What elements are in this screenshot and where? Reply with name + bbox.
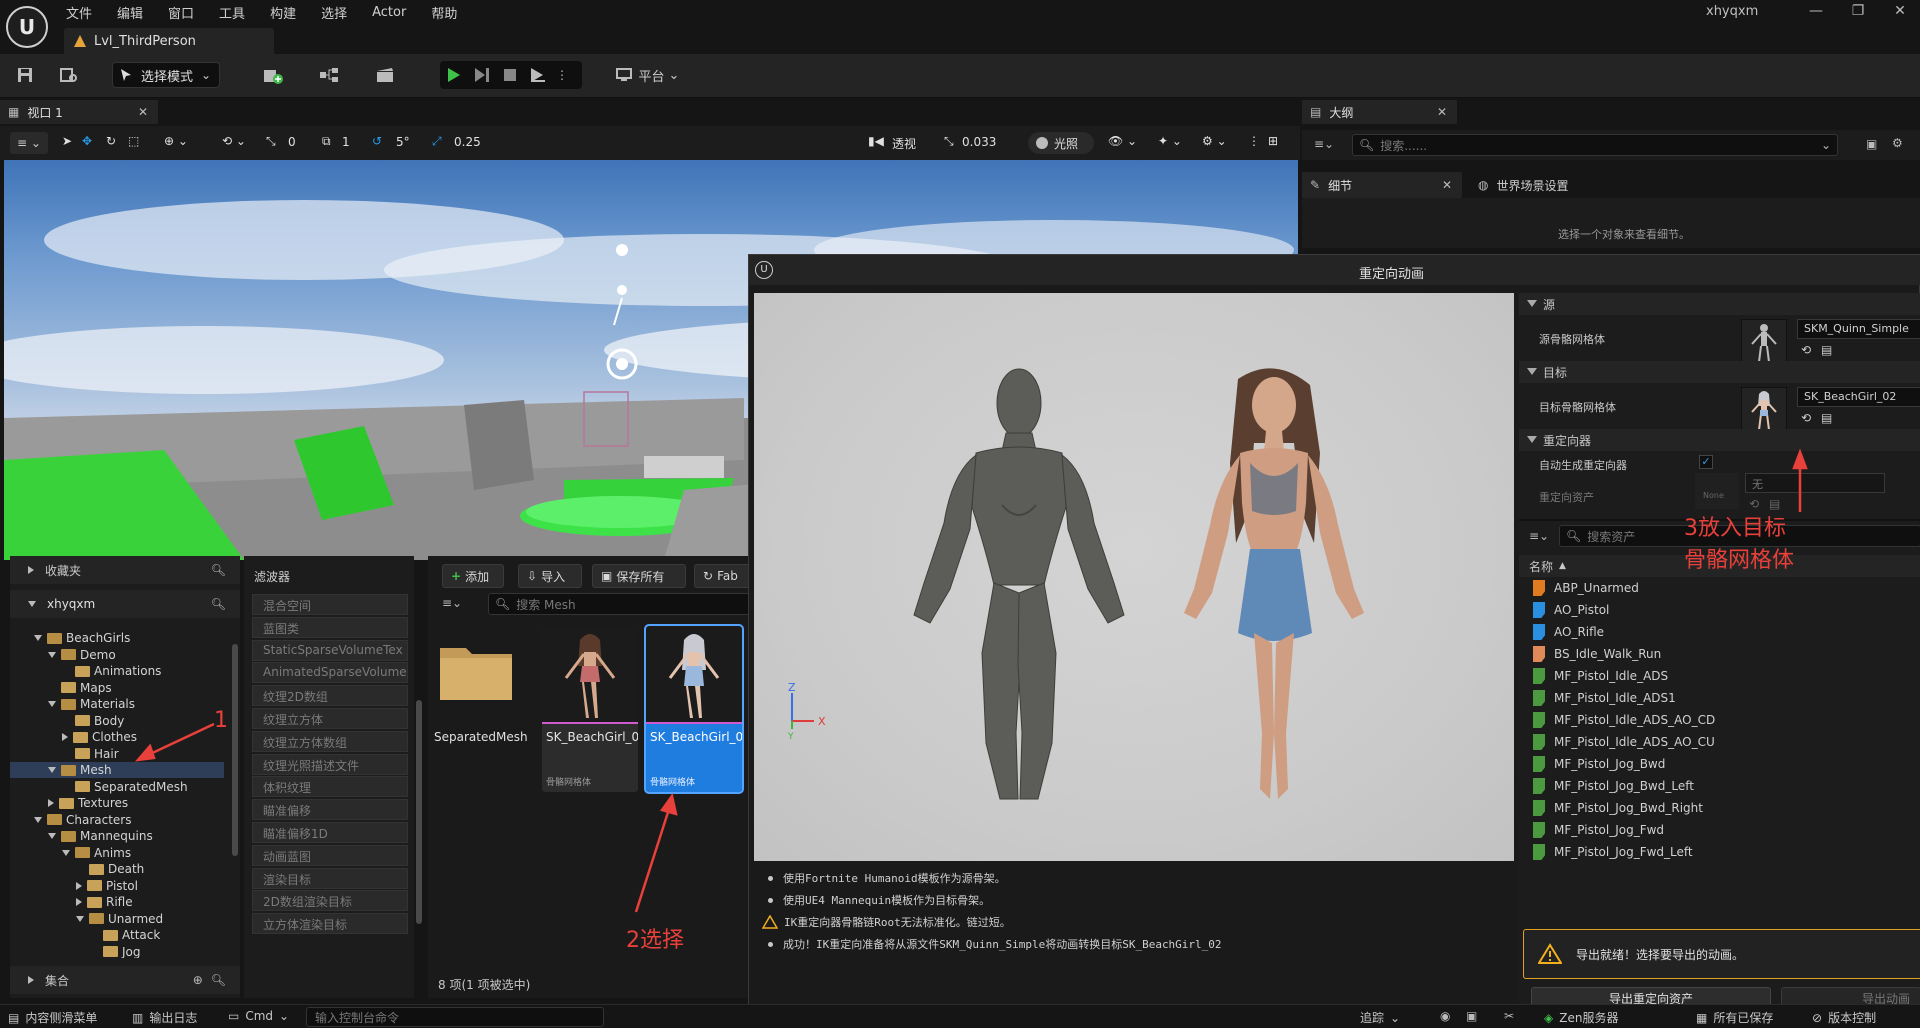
console-input[interactable]: 输入控制台命令 <box>306 1007 604 1027</box>
output-log-button[interactable]: ▥ 输出日志 <box>132 1009 197 1026</box>
revision-icon[interactable]: ✂ <box>1504 1009 1514 1023</box>
annotation-step-3-line1: 3放入目标 <box>1684 516 1786 541</box>
trace-dropdown[interactable]: 追踪 ⌄ <box>1360 1009 1400 1026</box>
unreal-editor: U 文件 编辑 窗口 工具 构建 选择 Actor 帮助 xhyqxm — ❐ … <box>0 0 1920 1028</box>
all-saved-button[interactable]: ▦ 所有已保存 <box>1696 1009 1773 1026</box>
chevron-down-icon: ⌄ <box>279 1009 290 1023</box>
derived-data-icon[interactable]: ▣ <box>1466 1009 1477 1023</box>
source-control-button[interactable]: ⊘ 版本控制 <box>1812 1009 1876 1026</box>
annotation-step-2: 2选择 <box>626 928 684 953</box>
drawer-icon: ▤ <box>8 1010 20 1025</box>
source-control-icon: ⊘ <box>1812 1010 1823 1025</box>
terminal-icon: ▭ <box>228 1009 240 1023</box>
server-icon: ◈ <box>1544 1010 1554 1025</box>
chevron-down-icon: ⌄ <box>1390 1010 1401 1025</box>
cmd-dropdown[interactable]: ▭ Cmd ⌄ <box>228 1009 289 1023</box>
log-icon: ▥ <box>132 1010 144 1025</box>
annotation-step-3-line2: 骨骼网格体 <box>1684 548 1795 573</box>
annotation-arrows <box>134 448 1808 913</box>
save-status-icon: ▦ <box>1696 1010 1708 1025</box>
content-drawer-button[interactable]: ▤ 内容侧滑菜单 <box>8 1009 97 1026</box>
annotation-step-1: 1 <box>214 708 228 733</box>
status-bar: ▤ 内容侧滑菜单 ▥ 输出日志 ▭ Cmd ⌄ 输入控制台命令 追踪 ⌄ ◉ ▣ ✂ ◈ Z… <box>0 1004 1920 1028</box>
record-icon[interactable]: ◉ <box>1440 1009 1450 1023</box>
zen-server-button[interactable]: ◈ Zen服务器 <box>1544 1009 1618 1026</box>
